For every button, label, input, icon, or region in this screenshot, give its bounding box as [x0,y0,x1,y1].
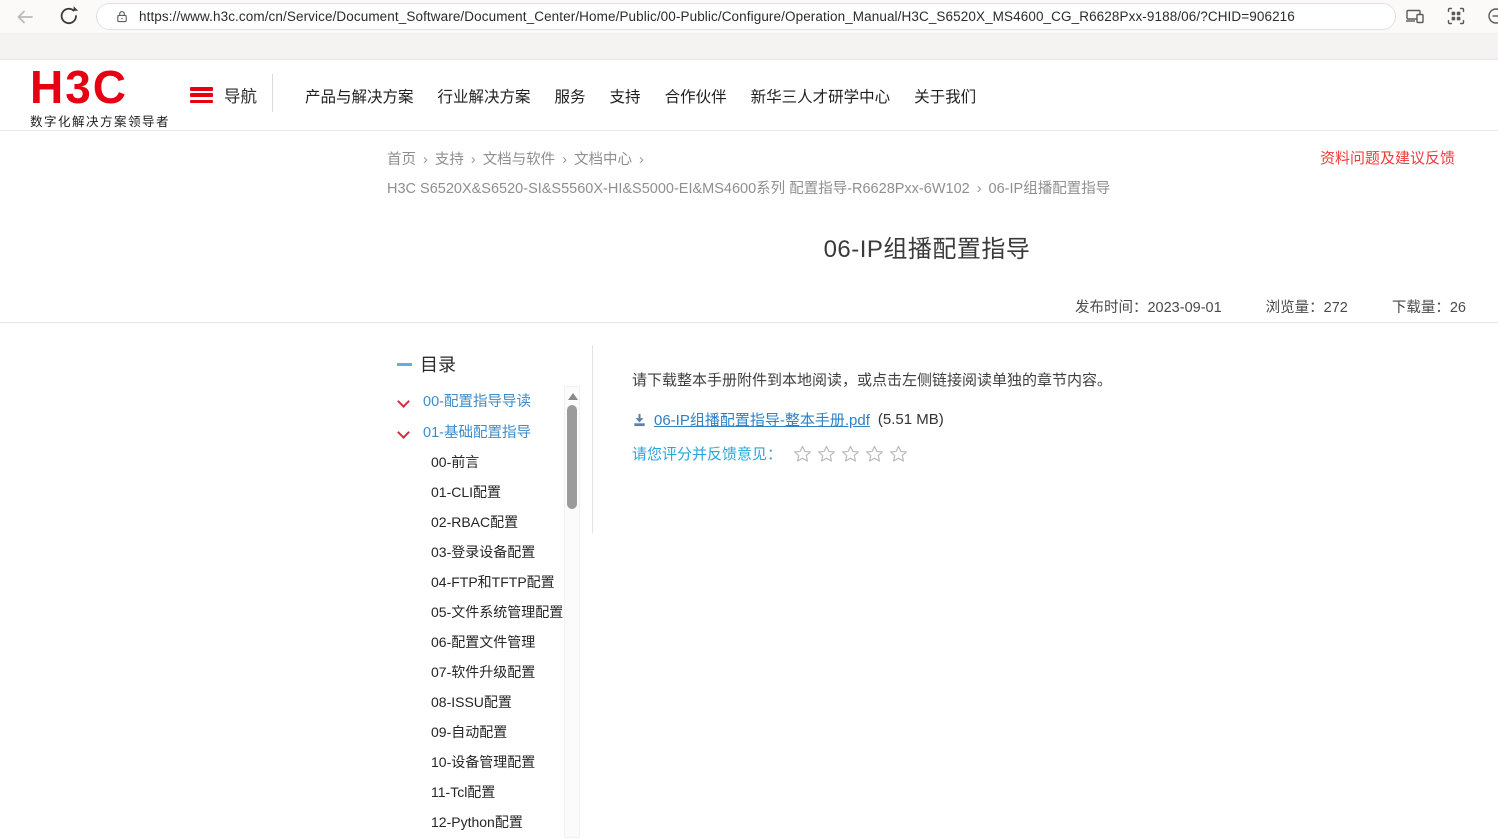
toc-chapter-item[interactable]: 05-文件系统管理配置 [431,597,563,627]
toc-chapter-item[interactable]: 09-自动配置 [431,717,563,747]
lock-icon[interactable] [115,9,129,24]
breadcrumb-line-1: 首页 › 支持 › 文档与软件 › 文档中心 › [387,146,1110,175]
rating-label: 请您评分并反馈意见： [632,446,783,463]
toc-chapter-item[interactable]: 11-Tcl配置 [431,777,563,807]
crumb-separator: › [976,181,982,197]
toc-section-00[interactable]: 00-配置指导导读 [399,390,531,411]
devices-icon[interactable] [1405,6,1425,26]
doc-meta: 发布时间：2023-09-01 浏览量：272 下载量：26 [1075,296,1466,317]
breadcrumb-line-2: H3C S6520X&S6520-SI&S5560X-HI&S5000-EI&M… [387,175,1110,204]
header-divider [272,74,273,112]
crumb-doc-center[interactable]: 文档中心 [574,152,632,168]
nav-toggle[interactable]: 导航 [190,83,257,107]
divider [0,322,1498,323]
sidebar-divider [592,345,593,533]
toc-scrollbar[interactable] [564,386,580,838]
star-icon[interactable] [816,444,837,464]
publish-date: 发布时间：2023-09-01 [1074,300,1222,316]
toc-chapter-item[interactable]: 12-Python配置 [431,807,563,837]
toc-chapter-list: 00-前言 01-CLI配置 02-RBAC配置 03-登录设备配置 04-FT… [431,447,563,837]
chevron-down-icon [399,427,409,437]
toc-chapter-item[interactable]: 00-前言 [431,447,563,477]
nav-toggle-label: 导航 [224,88,257,106]
nav-item-academy[interactable]: 新华三人才研学中心 [751,85,891,107]
crumb-home[interactable]: 首页 [387,152,416,168]
zoom-out-icon[interactable] [1486,6,1498,26]
toc-chapter-item[interactable]: 06-配置文件管理 [431,627,563,657]
star-icon[interactable] [888,444,909,464]
toc-chapter-item[interactable]: 01-CLI配置 [431,477,563,507]
view-count: 浏览量：272 [1265,300,1348,316]
pdf-link[interactable]: 06-IP组播配置指导-整本手册.pdf [654,409,870,430]
pdf-size: (5.51 MB) [877,411,944,428]
scroll-up-icon[interactable] [568,393,578,400]
toc-dash-icon [397,362,412,366]
toc-chapter-item[interactable]: 10-设备管理配置 [431,747,563,777]
star-icon[interactable] [840,444,861,464]
breadcrumb: 首页 › 支持 › 文档与软件 › 文档中心 › H3C S6520X&S6520-SI&S5… [387,146,1110,204]
hamburger-icon [190,87,213,103]
apps-grid-icon[interactable] [1446,6,1466,26]
nav-item-partners[interactable]: 合作伙伴 [665,85,727,107]
url-text: https://www.h3c.com/cn/Service/Document_… [139,9,1295,24]
nav-item-services[interactable]: 服务 [555,85,586,107]
toc-chapter-item[interactable]: 04-FTP和TFTP配置 [431,567,563,597]
toc-title: 目录 [420,355,456,375]
nav-item-industry[interactable]: 行业解决方案 [438,85,531,107]
content-instruction: 请下载整本手册附件到本地阅读，或点击左侧链接阅读单独的章节内容。 [632,372,1113,389]
toc-chapter-item[interactable]: 08-ISSU配置 [431,687,563,717]
pdf-download-row: 06-IP组播配置指导-整本手册.pdf (5.51 MB) [632,409,944,430]
star-rating [792,444,909,464]
nav-item-about[interactable]: 关于我们 [914,85,976,107]
download-count: 下载量：26 [1391,300,1466,316]
toc-chapter-item[interactable]: 02-RBAC配置 [431,507,563,537]
browser-toolbar: https://www.h3c.com/cn/Service/Document_… [0,0,1498,33]
refresh-icon[interactable] [58,5,80,27]
star-icon[interactable] [864,444,885,464]
toc-header: 目录 [397,351,456,377]
toc-chapter-item[interactable]: 07-软件升级配置 [431,657,563,687]
star-icon[interactable] [792,444,813,464]
main-nav: 产品与解决方案 行业解决方案 服务 支持 合作伙伴 新华三人才研学中心 关于我们 [305,85,976,107]
back-icon[interactable] [14,6,36,28]
crumb-separator: › [562,152,568,168]
crumb-product-series[interactable]: H3C S6520X&S6520-SI&S5560X-HI&S5000-EI&M… [387,181,970,197]
site-header: H3C 数字化解决方案领导者 导航 产品与解决方案 行业解决方案 服务 支持 合… [0,60,1498,131]
rating-row: 请您评分并反馈意见： [632,443,909,464]
scrollbar-thumb[interactable] [567,405,577,509]
logo-tagline: 数字化解决方案领导者 [30,115,171,129]
toc-section-01[interactable]: 01-基础配置指导 [399,421,531,442]
nav-item-products[interactable]: 产品与解决方案 [305,85,414,107]
crumb-docs-software[interactable]: 文档与软件 [483,152,556,168]
h3c-logo[interactable]: H3C 数字化解决方案领导者 [30,61,171,130]
crumb-separator: › [470,152,476,168]
download-icon[interactable] [632,412,647,428]
bookmarks-bar [0,33,1498,60]
nav-item-support[interactable]: 支持 [610,85,641,107]
crumb-separator: › [639,152,644,168]
feedback-link[interactable]: 资料问题及建议反馈 [1320,147,1455,168]
crumb-support[interactable]: 支持 [435,152,464,168]
address-bar[interactable]: https://www.h3c.com/cn/Service/Document_… [96,3,1396,30]
page-title: 06-IP组播配置指导 [823,236,1031,263]
logo-text: H3C [30,61,129,113]
chevron-down-icon [399,396,409,406]
crumb-current-page: 06-IP组播配置指导 [988,181,1111,197]
crumb-separator: › [423,152,428,168]
toc-chapter-item[interactable]: 03-登录设备配置 [431,537,563,567]
